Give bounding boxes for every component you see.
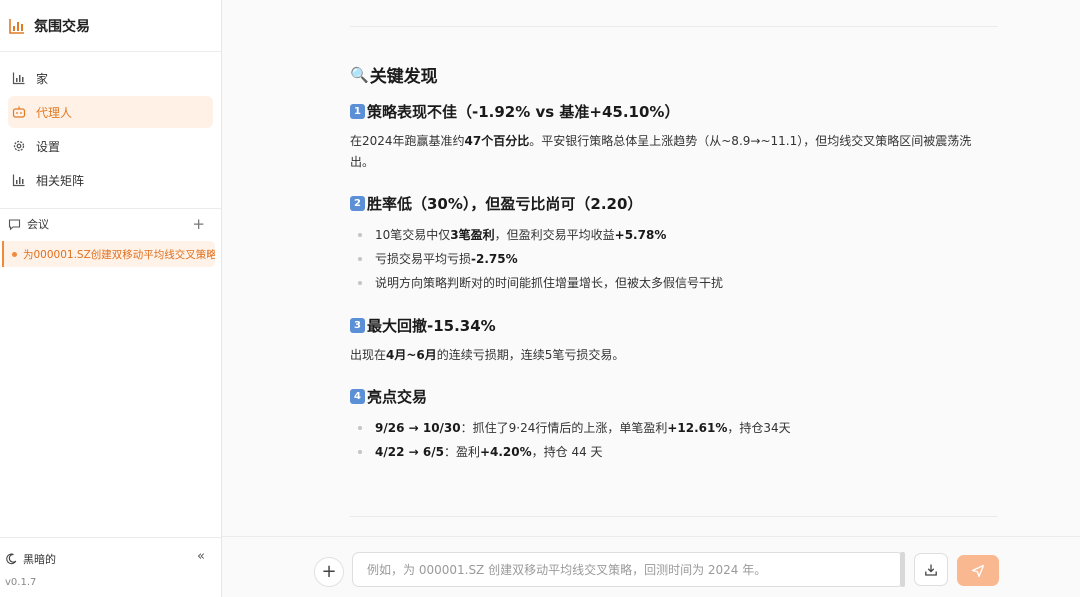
report-heading-text: 关键发现 (369, 67, 438, 87)
session-active-dot (12, 251, 17, 257)
section-title-text: 策略表现不佳（-1.92% vs 基准+45.10%） (367, 103, 680, 121)
nav-item-settings[interactable]: 设置 (8, 130, 213, 162)
bold-span: -2.75% (471, 252, 518, 266)
send-icon (971, 564, 985, 577)
sidebar: 氛围交易 家 代理人 设置 相关矩阵 会议 + 为000001.SZ创建双移动平… (0, 0, 222, 597)
chat-content: 🔍 关键发现 1 策略表现不佳（-1.92% vs 基准+45.10%） 在20… (222, 0, 1080, 536)
moon-icon (6, 553, 17, 565)
bold-span: 9/26 → 10/30 (375, 421, 461, 435)
bold-span: +5.78% (614, 228, 667, 242)
bold-span: 4/22 → 6/5 (375, 445, 444, 459)
bullet-list: 9/26 → 10/30：抓住了9·24行情后的上涨，单笔盈利+12.61%，持… (350, 416, 990, 464)
text-span: 10笔交易中仅 (375, 228, 451, 242)
number-badge: 2 (350, 196, 365, 211)
chat-icon (8, 218, 21, 230)
text-span: ：盈利 (443, 445, 480, 459)
composer: + (222, 536, 1080, 597)
download-button[interactable] (914, 553, 948, 586)
bar-chart-icon (12, 72, 25, 85)
bold-span: 4月~6月 (386, 348, 437, 362)
attach-button[interactable]: + (314, 557, 344, 587)
bot-icon (12, 106, 26, 118)
assistant-message: 🔍 关键发现 1 策略表现不佳（-1.92% vs 基准+45.10%） 在20… (350, 62, 990, 484)
section-title-text: 胜率低（30%），但盈亏比尚可（2.20） (367, 195, 643, 213)
section-paragraph: 出现在4月~6月的连续亏损期，连续5笔亏损交易。 (350, 345, 990, 366)
theme-toggle[interactable]: 黑暗的 (5, 551, 56, 567)
bold-span: 47个百分比 (464, 134, 530, 148)
text-span: 在2024年跑赢基准约 (350, 134, 465, 148)
nav-item-label: 家 (36, 71, 49, 86)
section-title-text: 最大回撤-15.34% (367, 317, 496, 335)
list-item: 说明方向策略判断对的时间能抓住增量增长，但被太多假信号干扰 (358, 271, 990, 295)
number-badge: 4 (350, 389, 365, 404)
send-button[interactable] (957, 555, 999, 586)
download-icon (925, 564, 937, 576)
magnifier-icon: 🔍 (350, 65, 369, 84)
text-span: ，持仓34天 (727, 421, 791, 435)
sessions-label: 会议 (27, 218, 49, 231)
bold-span: +12.61% (667, 421, 728, 435)
text-span: ：抓住了9·24行情后的上涨，单笔盈利 (460, 421, 668, 435)
sessions-header: 会议 + (0, 209, 221, 239)
text-span: 出现在 (350, 348, 387, 362)
nav-item-label: 代理人 (36, 105, 73, 120)
section-title: 3 最大回撤-15.34% (350, 315, 990, 336)
nav-item-correlation-matrix[interactable]: 相关矩阵 (8, 164, 213, 196)
bar-chart-icon (12, 174, 25, 187)
collapse-sidebar-icon[interactable]: « (197, 549, 205, 564)
text-span: 说明方向策略判断对的时间能抓住增量增长，但被太多假信号干扰 (375, 276, 724, 290)
list-item: 10笔交易中仅3笔盈利，但盈利交易平均收益+5.78% (358, 223, 990, 247)
nav-item-label: 相关矩阵 (36, 173, 85, 188)
report-heading: 🔍 关键发现 (350, 62, 990, 88)
main-nav: 家 代理人 设置 相关矩阵 (0, 52, 221, 209)
section-title: 1 策略表现不佳（-1.92% vs 基准+45.10%） (350, 101, 990, 122)
theme-label: 黑暗的 (23, 553, 56, 566)
version-label: v0.1.7 (5, 577, 37, 588)
text-span: 亏损交易平均亏损 (375, 252, 472, 266)
nav-item-home[interactable]: 家 (8, 62, 213, 94)
section-title: 4 亮点交易 (350, 386, 990, 407)
bar-chart-icon (9, 18, 24, 34)
section-paragraph: 在2024年跑赢基准约47个百分比。平安银行策略总体呈上涨趋势（从~8.9→~1… (350, 131, 990, 173)
section-title-text: 亮点交易 (367, 388, 428, 406)
text-span: ，但盈利交易平均收益 (494, 228, 615, 242)
number-badge: 3 (350, 318, 365, 333)
text-span: ，持仓 44 天 (531, 445, 603, 459)
divider (350, 516, 998, 517)
input-resize-handle[interactable] (900, 552, 905, 587)
app-title: 氛围交易 (34, 18, 90, 35)
nav-item-agent[interactable]: 代理人 (8, 96, 213, 128)
text-span: 的连续亏损期，连续5笔亏损交易。 (436, 348, 625, 362)
sidebar-footer: 黑暗的 « v0.1.7 (0, 537, 221, 597)
session-item-label: 为000001.SZ创建双移动平均线交叉策略 (23, 248, 215, 261)
nav-item-label: 设置 (36, 139, 61, 154)
list-item: 亏损交易平均亏损-2.75% (358, 247, 990, 271)
message-input-box[interactable] (352, 552, 904, 587)
divider (350, 26, 998, 27)
message-input[interactable] (353, 553, 903, 586)
bold-span: 3笔盈利 (450, 228, 495, 242)
brand[interactable]: 氛围交易 (0, 0, 221, 52)
number-badge: 1 (350, 104, 365, 119)
new-session-button[interactable]: + (192, 216, 205, 232)
section-title: 2 胜率低（30%），但盈亏比尚可（2.20） (350, 193, 990, 214)
bold-span: +4.20% (479, 445, 532, 459)
list-item: 9/26 → 10/30：抓住了9·24行情后的上涨，单笔盈利+12.61%，持… (358, 416, 990, 440)
gear-icon (13, 140, 25, 152)
bullet-list: 10笔交易中仅3笔盈利，但盈利交易平均收益+5.78% 亏损交易平均亏损-2.7… (350, 223, 990, 295)
session-item[interactable]: 为000001.SZ创建双移动平均线交叉策略 (2, 241, 215, 267)
list-item: 4/22 → 6/5：盈利+4.20%，持仓 44 天 (358, 440, 990, 464)
